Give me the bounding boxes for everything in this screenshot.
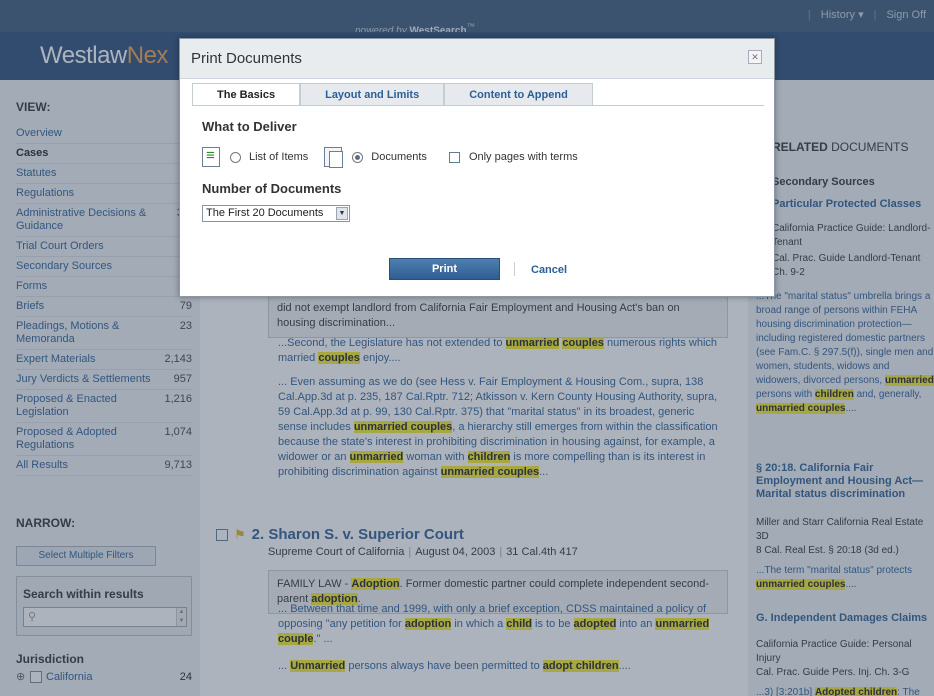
- dialog-titlebar: Print Documents ✕: [180, 39, 774, 79]
- deliver-options: List of Items Documents Only pages with …: [202, 147, 578, 168]
- number-of-documents-heading: Number of Documents: [202, 181, 342, 196]
- tab-content-to-append[interactable]: Content to Append: [444, 83, 593, 105]
- print-documents-dialog: Print Documents ✕ The Basics Layout and …: [179, 38, 775, 297]
- dialog-tabs: The Basics Layout and Limits Content to …: [192, 83, 593, 105]
- documents-radio[interactable]: [352, 151, 364, 163]
- dialog-title: Print Documents: [191, 50, 302, 67]
- what-to-deliver-heading: What to Deliver: [202, 119, 297, 134]
- tab-the-basics[interactable]: The Basics: [192, 83, 301, 105]
- chevron-down-icon[interactable]: ▼: [336, 207, 348, 220]
- tab-layout-and-limits[interactable]: Layout and Limits: [300, 83, 445, 105]
- list-of-items-radio[interactable]: [230, 151, 241, 163]
- print-button[interactable]: Print: [389, 258, 500, 280]
- close-icon[interactable]: ✕: [748, 50, 762, 64]
- cancel-link[interactable]: Cancel: [531, 264, 567, 276]
- documents-icon: [324, 147, 344, 168]
- list-of-items-icon: [202, 147, 220, 167]
- number-of-documents-select[interactable]: The First 20 Documents ▼: [202, 205, 350, 222]
- only-pages-with-terms-checkbox[interactable]: [448, 151, 460, 163]
